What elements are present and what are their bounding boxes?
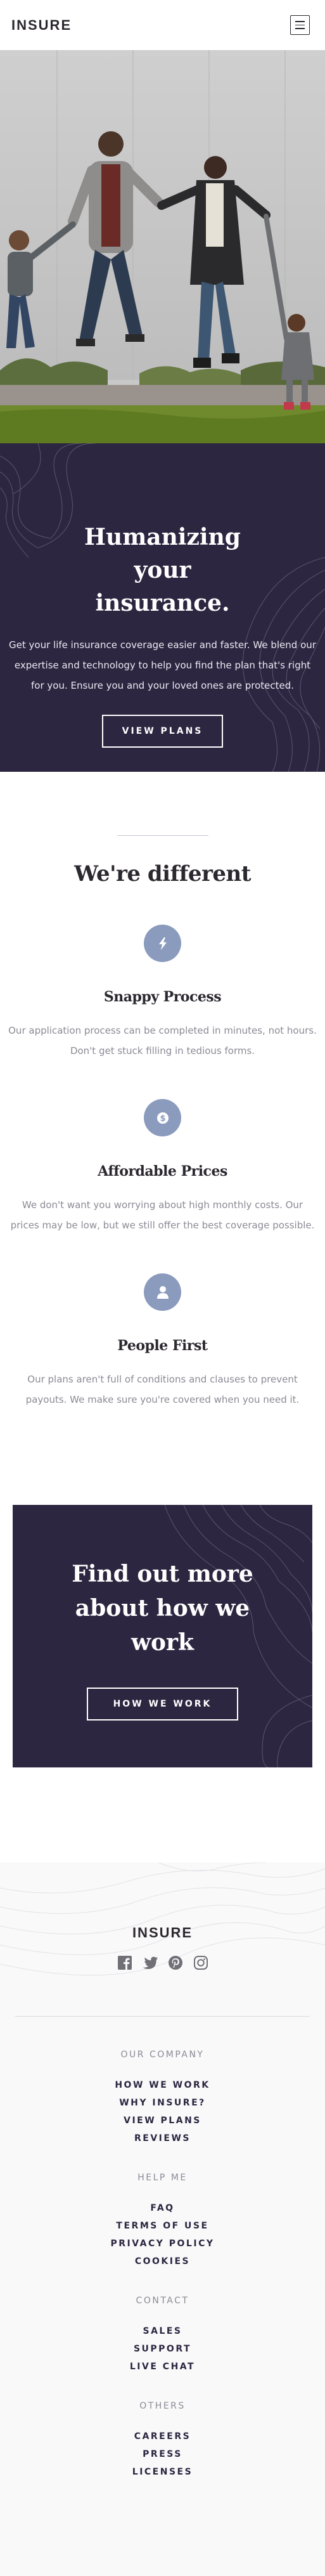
footer-link-careers[interactable]: CAREERS — [0, 2428, 325, 2445]
footer-divider — [15, 2016, 310, 2017]
feature-title: Affordable Prices — [98, 1163, 227, 1180]
section-title: We're different — [74, 861, 251, 887]
feature-title: Snappy Process — [103, 989, 222, 1005]
svg-text:$: $ — [160, 1114, 165, 1123]
footer-heading: CONTACT — [136, 2296, 189, 2306]
feature-affordable: $ Affordable Prices We don't want you wo… — [0, 1099, 325, 1235]
footer-link-why-insure[interactable]: WHY INSURE? — [0, 2094, 325, 2112]
how-we-work-banner: Find out more about how we work HOW WE W… — [13, 1505, 312, 1767]
hero-description: Get your life insurance coverage easier … — [9, 639, 316, 691]
pinterest-icon[interactable] — [168, 1955, 183, 1970]
hero-title: Humanizing your insurance. — [84, 524, 241, 616]
hero-section: Humanizing your insurance. Get your life… — [0, 443, 325, 772]
footer-link-how-we-work[interactable]: HOW WE WORK — [0, 2076, 325, 2094]
logo[interactable]: INSURE — [11, 17, 72, 34]
footer-heading: OTHERS — [139, 2401, 186, 2411]
view-plans-button[interactable]: VIEW PLANS — [101, 715, 224, 748]
twitter-icon[interactable] — [143, 1955, 158, 1970]
social-links — [0, 1955, 325, 1970]
feature-people: People First Our plans aren't full of co… — [0, 1273, 325, 1410]
cta-title: Find out more about how we work — [72, 1561, 253, 1656]
feature-description: Our application process can be completed… — [8, 1025, 317, 1057]
footer-link-faq[interactable]: FAQ — [0, 2199, 325, 2217]
facebook-icon[interactable] — [117, 1955, 132, 1970]
footer-link-reviews[interactable]: REVIEWS — [0, 2130, 325, 2147]
footer-link-sales[interactable]: SALES — [0, 2322, 325, 2340]
feature-description: We don't want you worrying about high mo… — [10, 1199, 315, 1231]
site-header: INSURE — [0, 0, 325, 50]
footer-heading: HELP ME — [137, 2173, 188, 2183]
footer-group-company: OUR COMPANY HOW WE WORK WHY INSURE? VIEW… — [0, 2050, 325, 2147]
footer-logo[interactable]: INSURE — [0, 1925, 325, 1941]
lightning-icon — [144, 925, 181, 962]
instagram-icon[interactable] — [193, 1955, 208, 1970]
footer-link-press[interactable]: PRESS — [0, 2445, 325, 2463]
footer-heading: OUR COMPANY — [120, 2050, 205, 2060]
footer-link-live-chat[interactable]: LIVE CHAT — [0, 2358, 325, 2376]
footer-link-cookies[interactable]: COOKIES — [0, 2253, 325, 2270]
footer-group-contact: CONTACT SALES SUPPORT LIVE CHAT — [0, 2296, 325, 2376]
features-section: We're different Snappy Process Our appli… — [0, 772, 325, 1410]
footer-link-support[interactable]: SUPPORT — [0, 2340, 325, 2358]
footer-group-others: OTHERS CAREERS PRESS LICENSES — [0, 2401, 325, 2481]
feature-snappy: Snappy Process Our application process c… — [0, 925, 325, 1061]
footer-link-licenses[interactable]: LICENSES — [0, 2463, 325, 2481]
dollar-icon: $ — [144, 1099, 181, 1136]
site-footer: INSURE OUR COMPANY HOW WE WORK WHY INSUR… — [0, 1863, 325, 2576]
footer-link-terms[interactable]: TERMS OF USE — [0, 2217, 325, 2235]
how-we-work-button[interactable]: HOW WE WORK — [86, 1688, 239, 1721]
footer-link-view-plans[interactable]: VIEW PLANS — [0, 2112, 325, 2130]
feature-title: People First — [117, 1337, 208, 1354]
footer-group-help: HELP ME FAQ TERMS OF USE PRIVACY POLICY … — [0, 2173, 325, 2270]
person-icon — [144, 1273, 181, 1311]
divider — [117, 835, 208, 836]
feature-description: Our plans aren't full of conditions and … — [25, 1374, 300, 1405]
hero-image — [0, 50, 325, 443]
footer-link-privacy[interactable]: PRIVACY POLICY — [0, 2235, 325, 2253]
hamburger-icon[interactable] — [290, 15, 310, 35]
